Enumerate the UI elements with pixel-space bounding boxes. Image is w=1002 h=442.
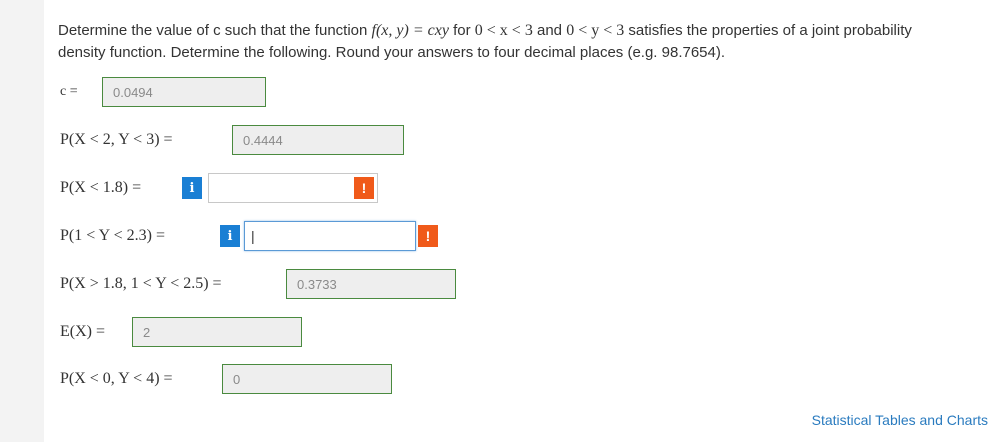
y-range: 0 < y < 3: [566, 22, 625, 39]
answer-label-p-x-lt-2-y-lt-3: P(X < 2, Y < 3) =: [60, 131, 173, 148]
info-icon[interactable]: i: [182, 177, 202, 199]
answer-row-p-x-gt-1-8-1-lt-y-lt-2-5: P(X > 1.8, 1 < Y < 2.5) = 0.3733: [60, 268, 456, 300]
answer-label-p-x-lt-1-8: P(X < 1.8) =: [60, 179, 142, 196]
info-icon[interactable]: i: [220, 225, 240, 247]
question-and: and: [532, 22, 567, 39]
answer-label-e-x: E(X) =: [60, 323, 106, 340]
input-group-p-1-lt-y-lt-2-3: i | !: [220, 221, 438, 251]
answer-label-p-1-lt-y-lt-2-3: P(1 < Y < 2.3) =: [60, 227, 165, 244]
answer-row-e-x: E(X) = 2: [60, 316, 302, 348]
answer-row-p-1-lt-y-lt-2-3: P(1 < Y < 2.3) = i | !: [60, 220, 438, 252]
warning-icon: !: [418, 225, 438, 247]
answer-row-p-x-lt-2-y-lt-3: P(X < 2, Y < 3) = 0.4444: [60, 124, 404, 156]
answer-field-p-x-gt-1-8-1-lt-y-lt-2-5[interactable]: 0.3733: [286, 269, 456, 299]
answer-field-e-x[interactable]: 2: [132, 317, 302, 347]
answer-input-p-1-lt-y-lt-2-3[interactable]: |: [244, 221, 416, 251]
answer-label-c: c =: [60, 84, 78, 99]
answer-input-p-x-lt-1-8[interactable]: [208, 173, 378, 203]
input-group-p-x-lt-1-8: i !: [182, 173, 378, 203]
answer-row-p-x-lt-0-y-lt-4: P(X < 0, Y < 4) = 0: [60, 363, 392, 395]
x-range: 0 < x < 3: [474, 22, 533, 39]
answer-label-p-x-lt-0-y-lt-4: P(X < 0, Y < 4) =: [60, 370, 173, 387]
answer-field-p-x-lt-2-y-lt-3[interactable]: 0.4444: [232, 125, 404, 155]
question-intro: Determine the value of c such that the f…: [58, 22, 372, 39]
answer-row-c: c = 0.0494: [60, 76, 266, 108]
question-text: Determine the value of c such that the f…: [58, 20, 958, 64]
question-for: for: [448, 22, 475, 39]
answer-field-c[interactable]: 0.0494: [102, 77, 266, 107]
answer-row-p-x-lt-1-8: P(X < 1.8) = i !: [60, 172, 378, 204]
statistical-tables-link[interactable]: Statistical Tables and Charts: [812, 412, 988, 428]
left-margin-strip: [0, 0, 44, 442]
answer-field-p-x-lt-0-y-lt-4[interactable]: 0: [222, 364, 392, 394]
warning-icon: !: [354, 177, 374, 199]
function-expression: f(x, y) = cxy: [371, 22, 449, 39]
answer-label-p-x-gt-1-8-1-lt-y-lt-2-5: P(X > 1.8, 1 < Y < 2.5) =: [60, 275, 222, 292]
